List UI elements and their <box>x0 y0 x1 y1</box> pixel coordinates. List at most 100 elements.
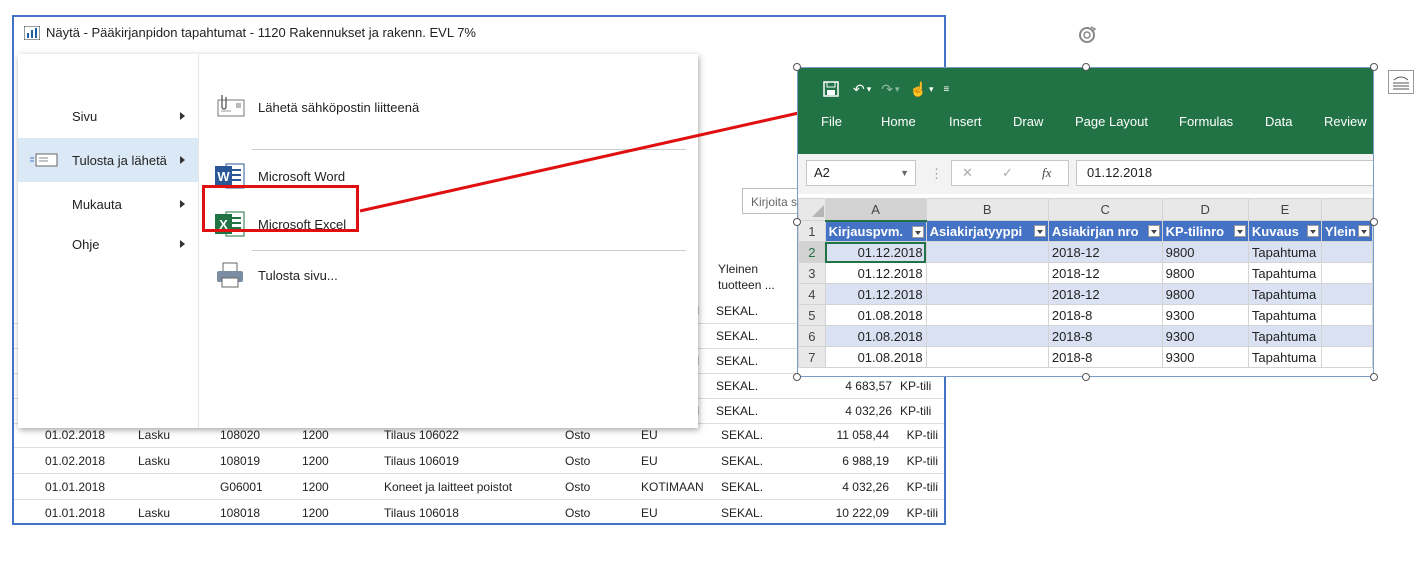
spreadsheet-cell[interactable] <box>1320 304 1373 326</box>
table-row: 2 01.12.2018 2018-12 9800 Tapahtuma <box>798 241 1373 263</box>
formula-input[interactable]: 01.12.2018 <box>1076 160 1373 186</box>
spreadsheet-cell[interactable] <box>1320 262 1373 284</box>
name-box-value: A2 <box>814 165 830 180</box>
spreadsheet-cell[interactable]: Tapahtuma <box>1247 283 1322 305</box>
column-header-filter[interactable]: Asiakirjatyyppi <box>925 220 1049 242</box>
resize-handle[interactable] <box>1370 373 1378 381</box>
insert-function-icon[interactable]: fx <box>1042 161 1051 185</box>
spreadsheet-cell[interactable]: 01.12.2018 <box>824 262 927 284</box>
spreadsheet-cell[interactable]: 2018-8 <box>1047 325 1163 347</box>
resize-handle[interactable] <box>793 218 801 226</box>
spreadsheet-cell[interactable]: 2018-12 <box>1047 283 1163 305</box>
select-all-corner[interactable] <box>798 198 826 221</box>
spreadsheet-cell[interactable]: 01.08.2018 <box>824 325 927 347</box>
save-icon[interactable] <box>823 81 839 97</box>
spreadsheet-cell[interactable]: 2018-8 <box>1047 346 1163 368</box>
table-row: 7 01.08.2018 2018-8 9300 Tapahtuma <box>798 346 1373 368</box>
row-number[interactable]: 7 <box>798 346 826 368</box>
spreadsheet-cell[interactable]: 9800 <box>1161 283 1249 305</box>
spreadsheet-cell[interactable]: 9800 <box>1161 241 1249 263</box>
tab-review[interactable]: Review <box>1324 114 1367 129</box>
select-all-triangle-icon <box>811 205 824 217</box>
column-header-row: ABCDE <box>798 198 1373 222</box>
chevron-down-icon[interactable]: ▾ <box>867 84 872 95</box>
column-header-filter[interactable]: KP-tilinro <box>1161 220 1249 242</box>
row-number[interactable]: 5 <box>798 304 826 326</box>
row-number[interactable]: 3 <box>798 262 826 284</box>
table-row: 5 01.08.2018 2018-8 9300 Tapahtuma <box>798 304 1373 326</box>
arrow-line <box>359 107 813 213</box>
column-header-filter[interactable]: Asiakirjan nro <box>1047 220 1163 242</box>
column-letter[interactable]: A <box>824 198 927 222</box>
column-letter[interactable]: E <box>1247 198 1322 221</box>
spreadsheet-cell[interactable] <box>1320 241 1373 263</box>
spreadsheet-cell[interactable]: Tapahtuma <box>1247 346 1322 368</box>
spreadsheet-cell[interactable]: 9800 <box>1161 262 1249 284</box>
spreadsheet-cell[interactable]: 2018-12 <box>1047 241 1163 263</box>
chevron-down-icon[interactable]: ▾ <box>929 84 934 95</box>
spreadsheet-cell[interactable] <box>925 241 1049 263</box>
tab-draw[interactable]: Draw <box>1013 114 1043 129</box>
spreadsheet-cell[interactable]: Tapahtuma <box>1247 304 1322 326</box>
formula-buttons: ✕ ✓ fx <box>951 160 1069 186</box>
formula-bar: A2 ▼ ⋮ ✕ ✓ fx 01.12.2018 <box>798 154 1373 194</box>
name-box[interactable]: A2 ▼ <box>806 160 916 186</box>
row-number[interactable]: 1 <box>798 220 826 242</box>
spreadsheet-cell[interactable]: 9300 <box>1161 304 1249 326</box>
column-letter[interactable]: B <box>925 198 1049 221</box>
spreadsheet-cell[interactable]: 2018-8 <box>1047 304 1163 326</box>
chevron-down-icon[interactable]: ▼ <box>900 161 909 185</box>
redo-icon[interactable]: ↷ <box>881 81 893 98</box>
spreadsheet-cell[interactable]: Tapahtuma <box>1247 325 1322 347</box>
resize-handle[interactable] <box>1370 218 1378 226</box>
spreadsheet-cell[interactable]: Tapahtuma <box>1247 241 1322 263</box>
customize-toolbar-icon[interactable]: ≡ <box>944 84 950 95</box>
spreadsheet-cell[interactable] <box>925 283 1049 305</box>
spreadsheet-cell[interactable] <box>925 325 1049 347</box>
spreadsheet-cell[interactable]: 01.08.2018 <box>824 304 927 326</box>
resize-handle[interactable] <box>793 63 801 71</box>
enter-icon[interactable]: ✓ <box>1002 161 1013 185</box>
spreadsheet-cell[interactable] <box>925 262 1049 284</box>
cancel-icon[interactable]: ✕ <box>962 161 973 185</box>
undo-icon[interactable]: ↶ <box>853 81 865 98</box>
spreadsheet-cell[interactable]: 01.12.2018 <box>824 241 927 263</box>
column-header-filter[interactable]: Kuvaus <box>1247 220 1322 242</box>
table-row: 6 01.08.2018 2018-8 9300 Tapahtuma <box>798 325 1373 347</box>
chevron-down-icon[interactable]: ▾ <box>895 84 900 95</box>
column-letter[interactable] <box>1320 198 1373 221</box>
touch-mode-icon[interactable]: ☝ <box>910 81 927 98</box>
spreadsheet-cell[interactable]: 2018-12 <box>1047 262 1163 284</box>
spreadsheet-cell[interactable]: 9300 <box>1161 346 1249 368</box>
column-letter[interactable]: D <box>1161 198 1249 221</box>
row-number[interactable]: 4 <box>798 283 826 305</box>
spreadsheet-cell[interactable]: Tapahtuma <box>1247 262 1322 284</box>
header-row: 1 Kirjauspvm. Asiakirjatyyppi Asiakirjan nr… <box>798 220 1373 242</box>
layout-options-icon[interactable] <box>1388 70 1414 94</box>
row-number[interactable]: 6 <box>798 325 826 347</box>
column-header-filter[interactable]: Ylein <box>1320 220 1373 242</box>
rotate-handle-icon[interactable] <box>1076 24 1098 46</box>
resize-handle[interactable] <box>1370 63 1378 71</box>
spreadsheet-cell[interactable] <box>1320 346 1373 368</box>
resize-handle[interactable] <box>1081 373 1090 381</box>
spreadsheet-cell[interactable] <box>925 304 1049 326</box>
tab-home[interactable]: Home <box>881 114 916 129</box>
column-header-filter[interactable]: Kirjauspvm. <box>824 220 927 242</box>
tab-data[interactable]: Data <box>1265 114 1292 129</box>
resize-handle[interactable] <box>1081 63 1090 71</box>
column-letter[interactable]: C <box>1047 198 1163 221</box>
resize-handle[interactable] <box>793 373 801 381</box>
tab-formulas[interactable]: Formulas <box>1179 114 1233 129</box>
spreadsheet-cell[interactable] <box>925 346 1049 368</box>
spreadsheet-cell[interactable] <box>1320 325 1373 347</box>
tab-insert[interactable]: Insert <box>949 114 982 129</box>
tab-page-layout[interactable]: Page Layout <box>1075 114 1148 129</box>
spreadsheet-cell[interactable]: 01.12.2018 <box>824 283 927 305</box>
spreadsheet-cell[interactable]: 01.08.2018 <box>824 346 927 368</box>
spreadsheet-cell[interactable]: 9300 <box>1161 325 1249 347</box>
tab-file[interactable]: File <box>821 114 842 129</box>
spreadsheet-cell[interactable] <box>1320 283 1373 305</box>
table-row: 3 01.12.2018 2018-12 9800 Tapahtuma <box>798 262 1373 284</box>
row-number[interactable]: 2 <box>798 241 826 263</box>
